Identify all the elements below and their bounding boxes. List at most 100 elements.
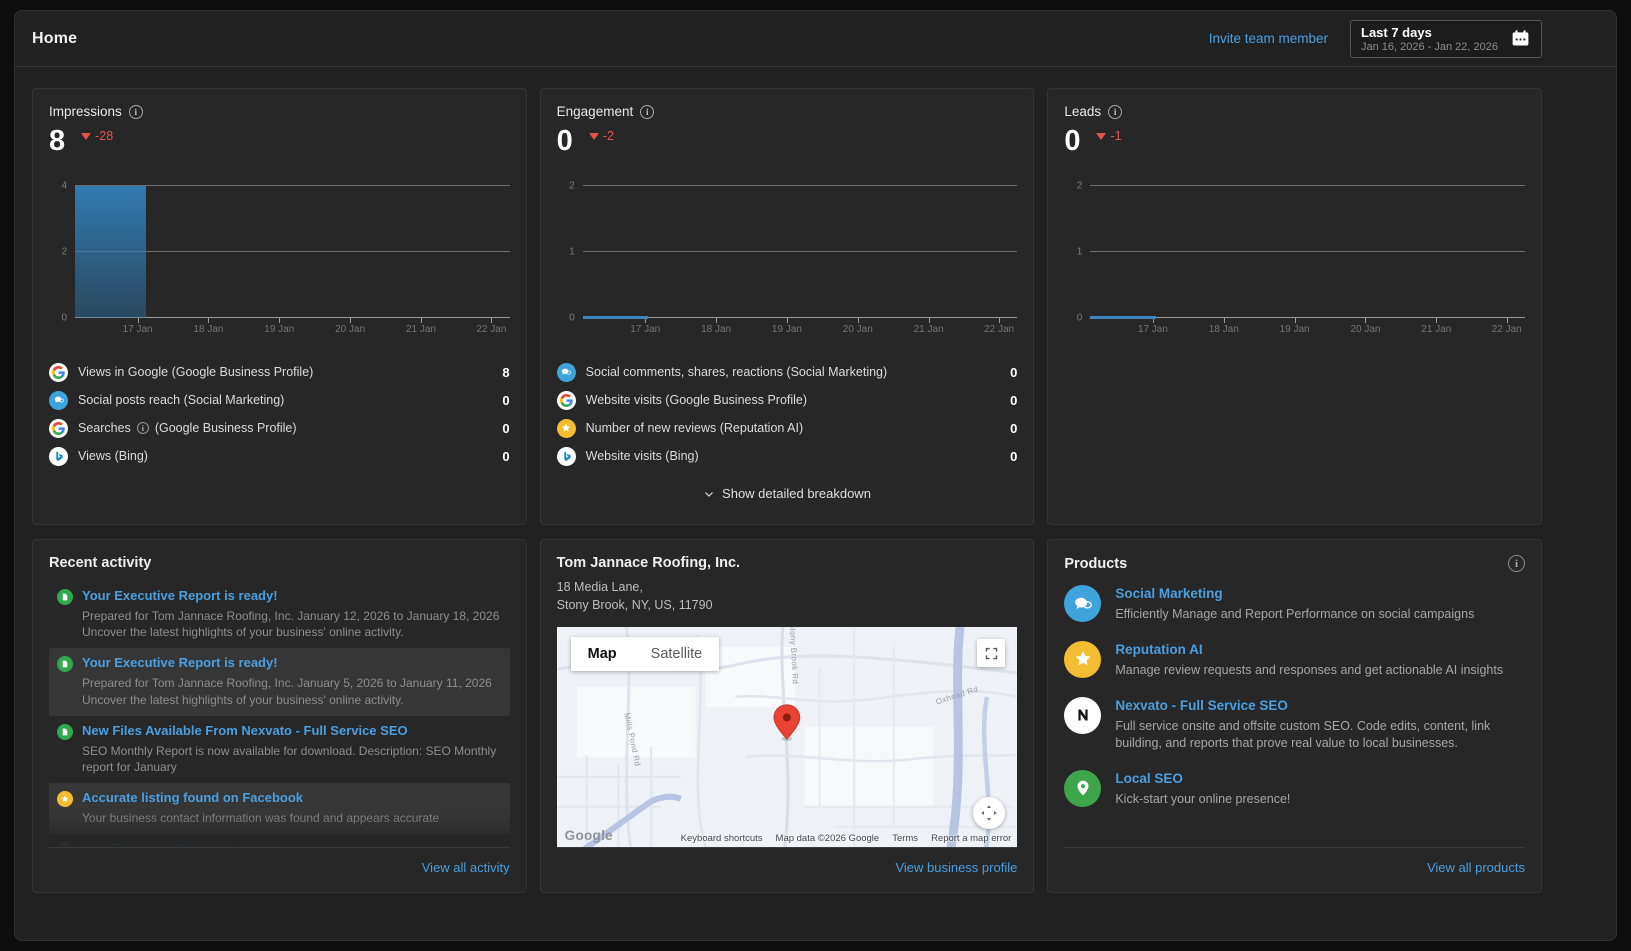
report-a-map-error[interactable]: Report a map error	[931, 833, 1011, 844]
info-icon[interactable]: i	[1108, 105, 1122, 119]
header: Home Invite team member Last 7 days Jan …	[15, 11, 1616, 67]
impressions-header: Impressions i	[49, 104, 510, 119]
engagement-breakdown-list: Social comments, shares, reactions (Soci…	[557, 358, 1018, 470]
product-item[interactable]: Local SEOKick-start your online presence…	[1064, 770, 1525, 808]
nexvato-icon	[1064, 697, 1101, 734]
y-axis-label: 0	[569, 313, 575, 324]
activity-item-title[interactable]: New Files Available From Nexvato - Full …	[82, 723, 408, 738]
document-icon	[57, 656, 73, 672]
recent-activity-footer: View all activity	[49, 847, 510, 877]
product-text: Reputation AIManage review requests and …	[1115, 641, 1503, 679]
breakdown-label-text: Website visits (Google Business Profile)	[586, 393, 807, 407]
bing-icon	[557, 447, 576, 466]
show-detailed-breakdown-button[interactable]: Show detailed breakdown	[703, 486, 871, 501]
breakdown-label: Views (Bing)	[78, 449, 148, 463]
breakdown-label: Social comments, shares, reactions (Soci…	[586, 365, 888, 379]
product-name-link[interactable]: Nexvato - Full Service SEO	[1115, 698, 1288, 713]
activity-item-title[interactable]: Accurate listing found on Facebook	[82, 790, 303, 805]
engagement-chart: 01217 Jan18 Jan19 Jan20 Jan21 Jan22 Jan	[557, 186, 1018, 336]
impressions-chart: 02417 Jan18 Jan19 Jan20 Jan21 Jan22 Jan	[49, 186, 510, 336]
leads-card: Leads i 0 -1 01217 Jan18 Jan19 Jan20 Jan…	[1047, 88, 1542, 525]
keyboard-shortcuts[interactable]: Keyboard shortcuts	[681, 833, 763, 844]
leads-delta: -1	[1096, 129, 1121, 143]
activity-item-title[interactable]: Your Executive Report is ready!	[82, 841, 278, 847]
breakdown-label-suffix: (Google Business Profile)	[155, 421, 297, 435]
breakdown-row: Number of new reviews (Reputation AI)0	[557, 414, 1018, 442]
view-business-profile-link[interactable]: View business profile	[895, 860, 1017, 875]
breakdown-label-text: Views in Google (Google Business Profile…	[78, 365, 313, 379]
x-axis-label: 20 Jan	[1350, 324, 1380, 335]
activity-item[interactable]: New Files Available From Nexvato - Full …	[49, 716, 510, 783]
document-icon-wrap	[57, 656, 73, 674]
info-icon[interactable]: i	[640, 105, 654, 119]
impressions-card: Impressions i 8 -28 02417 Jan18 Jan19 Ja…	[32, 88, 527, 525]
engagement-value-row: 0 -2	[557, 127, 1018, 156]
page: Home Invite team member Last 7 days Jan …	[0, 0, 1631, 951]
product-item[interactable]: Nexvato - Full Service SEO Full service o…	[1064, 697, 1525, 752]
engagement-card: Engagement i 0 -2 01217 Jan18 Jan19 Jan2…	[540, 88, 1035, 525]
leads-chart: 01217 Jan18 Jan19 Jan20 Jan21 Jan22 Jan	[1064, 186, 1525, 336]
breakdown-value: 0	[1010, 393, 1017, 408]
gridline	[1090, 185, 1525, 186]
product-item[interactable]: Social MarketingEfficiently Manage and R…	[1064, 585, 1525, 623]
x-axis-label: 17 Jan	[1138, 324, 1168, 335]
google-maps-logo[interactable]: Google	[565, 828, 613, 843]
breakdown-label: Website visits (Bing)	[586, 449, 699, 463]
date-range-label: Last 7 days	[1361, 25, 1498, 40]
product-name-link[interactable]: Reputation AI	[1115, 642, 1202, 657]
y-axis-label: 0	[1077, 313, 1083, 324]
breakdown-value: 0	[502, 421, 509, 436]
activity-item[interactable]: Accurate listing found on FacebookYour b…	[49, 783, 510, 834]
info-icon[interactable]: i	[129, 105, 143, 119]
document-icon-wrap	[57, 724, 73, 742]
activity-item-title[interactable]: Your Executive Report is ready!	[82, 588, 278, 603]
product-description: Full service onsite and offsite custom S…	[1115, 718, 1525, 752]
product-name-link[interactable]: Social Marketing	[1115, 586, 1222, 601]
product-text: Social MarketingEfficiently Manage and R…	[1115, 585, 1474, 623]
view-all-products-link[interactable]: View all products	[1427, 860, 1525, 875]
map-type-control: Map Satellite	[571, 637, 720, 671]
activity-item[interactable]: Your Executive Report is ready!Prepared …	[49, 648, 510, 715]
google-icon	[557, 391, 576, 410]
activity-list: Your Executive Report is ready!Prepared …	[49, 581, 510, 847]
reputation-icon	[557, 419, 576, 438]
impressions-title: Impressions	[49, 104, 122, 119]
star-icon	[57, 791, 73, 807]
leads-value: 0	[1064, 127, 1080, 156]
engagement-title: Engagement	[557, 104, 634, 119]
activity-item[interactable]: Your Executive Report is ready!Prepared …	[49, 834, 510, 847]
terms[interactable]: Terms	[892, 833, 918, 844]
x-axis-label: 18 Jan	[193, 324, 223, 335]
calendar-icon	[1510, 28, 1531, 49]
x-axis-label: 21 Jan	[914, 324, 944, 335]
map-tab[interactable]: Map	[571, 637, 634, 671]
breakdown-value: 0	[1010, 449, 1017, 464]
product-name-link[interactable]: Local SEO	[1115, 771, 1183, 786]
info-icon[interactable]: i	[1508, 555, 1525, 572]
y-axis-label: 1	[1077, 247, 1083, 258]
product-item[interactable]: Reputation AIManage review requests and …	[1064, 641, 1525, 679]
business-profile-card: Tom Jannace Roofing, Inc. 18 Media Lane,…	[540, 539, 1035, 893]
view-all-activity-link[interactable]: View all activity	[422, 860, 510, 875]
breakdown-row: Social comments, shares, reactions (Soci…	[557, 358, 1018, 386]
activity-item-title[interactable]: Your Executive Report is ready!	[82, 655, 278, 670]
breakdown-row: Social posts reach (Social Marketing) 0	[49, 386, 510, 414]
breakdown-label: Social posts reach (Social Marketing)	[78, 393, 284, 407]
fullscreen-button[interactable]	[977, 639, 1005, 667]
x-axis-label: 21 Jan	[1421, 324, 1451, 335]
social-marketing-icon	[1064, 585, 1101, 622]
dashboard-panel: Home Invite team member Last 7 days Jan …	[14, 10, 1617, 941]
invite-team-member-link[interactable]: Invite team member	[1209, 31, 1328, 46]
breakdown-label-text: Website visits (Bing)	[586, 449, 699, 463]
y-axis-label: 0	[61, 313, 67, 324]
breakdown-label: Website visits (Google Business Profile)	[586, 393, 807, 407]
reputation-icon	[1064, 641, 1101, 678]
satellite-tab[interactable]: Satellite	[634, 637, 720, 671]
date-range-picker[interactable]: Last 7 days Jan 16, 2026 - Jan 22, 2026	[1350, 20, 1542, 58]
breakdown-value: 0	[502, 393, 509, 408]
info-icon[interactable]: i	[137, 422, 149, 434]
breakdown-label-text: Views (Bing)	[78, 449, 148, 463]
x-axis-label: 18 Jan	[701, 324, 731, 335]
x-axis-label: 22 Jan	[476, 324, 506, 335]
activity-item[interactable]: Your Executive Report is ready!Prepared …	[49, 581, 510, 648]
